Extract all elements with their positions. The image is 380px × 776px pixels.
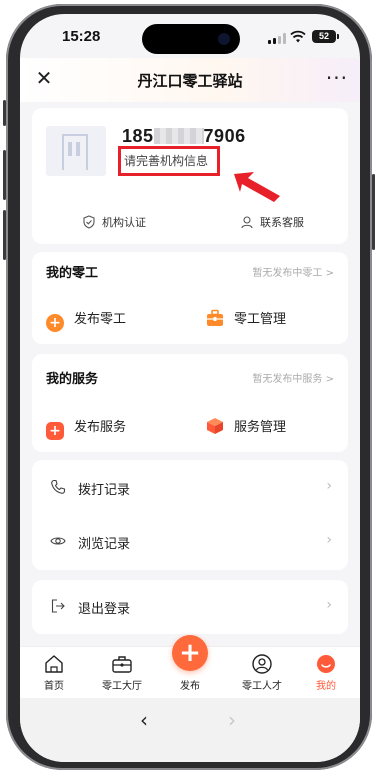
tab-gig-hall[interactable]: 零工大厅 xyxy=(92,653,152,692)
profile-card: 185 7906 请完善机构信息 机构认证 联系客服 xyxy=(32,108,348,244)
plus-circle-icon: + xyxy=(46,314,64,332)
more-icon[interactable]: ··· xyxy=(326,66,348,90)
org-verify-label: 机构认证 xyxy=(102,216,146,229)
signal-icon xyxy=(268,33,286,44)
gig-status-link[interactable]: 暂无发布中零工 > xyxy=(252,264,334,279)
back-icon[interactable]: ‹ xyxy=(140,708,148,732)
chevron-right-icon: › xyxy=(326,532,332,548)
phone-icon xyxy=(51,479,66,494)
status-time: 15:28 xyxy=(62,28,101,45)
call-records-row[interactable]: 拨打记录 › xyxy=(32,466,348,510)
browse-records-row[interactable]: 浏览记录 › xyxy=(32,520,348,564)
tab-gig-hall-label: 零工大厅 xyxy=(102,681,142,692)
phone-suffix: 7906 xyxy=(203,126,246,146)
profile-actions: 机构认证 联系客服 xyxy=(32,214,348,236)
app-screen: 15:28 52 ✕ 丹江口零工驿站 ··· 1857906 请完善机构信息 xyxy=(20,14,360,762)
records-card: 拨打记录 › 浏览记录 › xyxy=(32,460,348,570)
chevron-right-icon: › xyxy=(326,597,332,613)
person-icon xyxy=(241,216,253,229)
box-icon xyxy=(207,418,223,434)
tab-publish-label[interactable]: 发布 xyxy=(160,677,220,692)
power-button xyxy=(372,174,375,250)
my-gigs-title: 我的零工 xyxy=(46,266,99,281)
browse-records-label: 浏览记录 xyxy=(78,537,131,552)
camera-icon xyxy=(218,33,230,45)
org-verify-button[interactable]: 机构认证 xyxy=(82,214,146,230)
contact-service-button[interactable]: 联系客服 xyxy=(240,214,304,230)
person-badge-icon xyxy=(252,654,272,674)
home-icon xyxy=(45,655,63,673)
tab-bar: 首页 零工大厅 + 发布 零工人才 我的 xyxy=(20,635,360,699)
my-gigs-card: 我的零工 暂无发布中零工 > + 发布零工 零工管理 xyxy=(32,252,348,344)
tab-mine-label: 我的 xyxy=(316,681,336,692)
silent-switch xyxy=(3,100,6,126)
contact-service-label: 联系客服 xyxy=(260,216,304,229)
tab-gig-talent-label: 零工人才 xyxy=(242,681,282,692)
publish-service-label: 发布服务 xyxy=(74,420,127,435)
pointer-arrow-icon xyxy=(234,172,280,202)
plus-icon: + xyxy=(179,638,201,668)
tab-mine[interactable]: 我的 xyxy=(296,653,356,692)
gig-manage-label: 零工管理 xyxy=(234,312,287,327)
battery-icon: 52 xyxy=(312,30,339,43)
shield-check-icon xyxy=(83,215,95,229)
dynamic-island xyxy=(142,24,240,54)
service-manage-button[interactable]: 服务管理 xyxy=(206,416,286,435)
call-records-label: 拨打记录 xyxy=(78,483,131,498)
logout-label: 退出登录 xyxy=(78,602,131,617)
gig-manage-button[interactable]: 零工管理 xyxy=(206,308,286,327)
my-services-title: 我的服务 xyxy=(46,372,99,387)
highlight-box xyxy=(118,146,220,176)
phone-redaction xyxy=(153,128,204,144)
tab-gig-talent[interactable]: 零工人才 xyxy=(232,653,292,692)
phone-prefix: 185 xyxy=(122,126,154,146)
eye-icon xyxy=(50,537,66,545)
toolbox-icon xyxy=(207,309,223,326)
chevron-right-icon: › xyxy=(326,478,332,494)
nav-header: ✕ 丹江口零工驿站 ··· xyxy=(20,58,360,102)
service-status-link[interactable]: 暂无发布中服务 > xyxy=(252,370,334,385)
publish-gig-button[interactable]: + 发布零工 xyxy=(46,308,126,332)
tab-home-label: 首页 xyxy=(44,681,64,692)
plus-square-icon: + xyxy=(46,422,64,440)
logout-card: 退出登录 › xyxy=(32,580,348,634)
status-bar: 15:28 52 xyxy=(20,14,360,58)
browser-nav-bar: ‹ › xyxy=(20,698,360,762)
publish-fab-button[interactable]: + xyxy=(172,635,208,671)
face-icon xyxy=(317,655,335,673)
briefcase-icon xyxy=(112,656,132,673)
volume-down-button xyxy=(3,210,6,260)
page-title: 丹江口零工驿站 xyxy=(137,72,243,90)
forward-icon: › xyxy=(228,708,236,732)
logout-row[interactable]: 退出登录 › xyxy=(32,585,348,629)
publish-gig-label: 发布零工 xyxy=(74,312,127,327)
tab-home[interactable]: 首页 xyxy=(24,653,84,692)
my-services-card: 我的服务 暂无发布中服务 > + 发布服务 服务管理 xyxy=(32,354,348,452)
publish-service-button[interactable]: + 发布服务 xyxy=(46,416,126,440)
wifi-icon xyxy=(290,30,306,43)
volume-up-button xyxy=(3,150,6,200)
service-manage-label: 服务管理 xyxy=(234,420,287,435)
org-logo[interactable] xyxy=(46,126,106,176)
phone-number: 185 7906 xyxy=(122,126,246,147)
logout-icon xyxy=(51,599,65,613)
